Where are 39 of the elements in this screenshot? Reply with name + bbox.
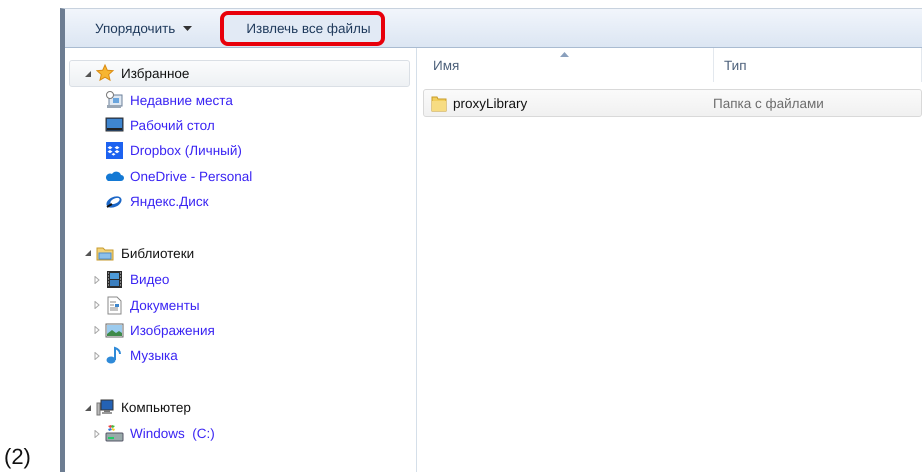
collapse-arrow-icon[interactable] xyxy=(84,404,92,412)
nav-item[interactable]: Видео xyxy=(130,272,170,288)
expand-arrow-icon[interactable] xyxy=(93,301,101,310)
expand-arrow-icon[interactable] xyxy=(93,430,101,438)
expand-arrow-icon[interactable] xyxy=(93,352,101,360)
column-header[interactable]: Имя xyxy=(423,48,714,82)
star-icon xyxy=(96,64,115,84)
music-note-icon xyxy=(105,346,124,366)
clock-window-icon xyxy=(105,90,124,110)
nav-item[interactable]: Dropbox (Личный) xyxy=(130,143,242,158)
nav-item[interactable]: Рабочий стол xyxy=(130,118,215,133)
toolbar-button[interactable]: Извлечь все файлы xyxy=(220,10,385,46)
file-row[interactable]: proxyLibrary Папка с файлами xyxy=(423,89,922,117)
nav-item[interactable]: Недавние места xyxy=(130,92,233,108)
nav-group-header[interactable]: Компьютер xyxy=(69,394,410,422)
nav-item[interactable]: Документы xyxy=(130,298,200,313)
step-label: (2) xyxy=(3,444,32,471)
computer-icon xyxy=(96,398,115,418)
drive-icon xyxy=(105,424,124,444)
expand-arrow-icon[interactable] xyxy=(93,326,101,334)
nav-item[interactable]: OneDrive - Personal xyxy=(130,168,252,184)
expand-arrow-icon[interactable] xyxy=(93,276,101,284)
film-icon xyxy=(105,270,124,290)
boxes-icon xyxy=(105,141,124,160)
document-icon xyxy=(105,296,124,315)
caret-icon xyxy=(183,26,192,30)
nav-item[interactable]: Изображения xyxy=(130,322,215,338)
collapse-arrow-icon[interactable] xyxy=(84,70,92,78)
column-header[interactable]: Тип xyxy=(714,48,922,82)
organize-button[interactable]: Упорядочить xyxy=(77,10,214,46)
picture-icon xyxy=(105,320,124,340)
nav-item[interactable]: Яндекс.Диск xyxy=(130,194,208,210)
collapse-arrow-icon[interactable] xyxy=(84,249,92,258)
nav-item[interactable]: Музыка xyxy=(130,348,178,364)
nav-item[interactable]: Windows (C:) xyxy=(130,426,215,442)
nav-group-header[interactable]: Избранное xyxy=(69,60,410,88)
nav-group-header[interactable]: Библиотеки xyxy=(69,240,410,267)
sort-arrow-icon xyxy=(560,52,569,57)
folder-icon xyxy=(430,94,449,112)
